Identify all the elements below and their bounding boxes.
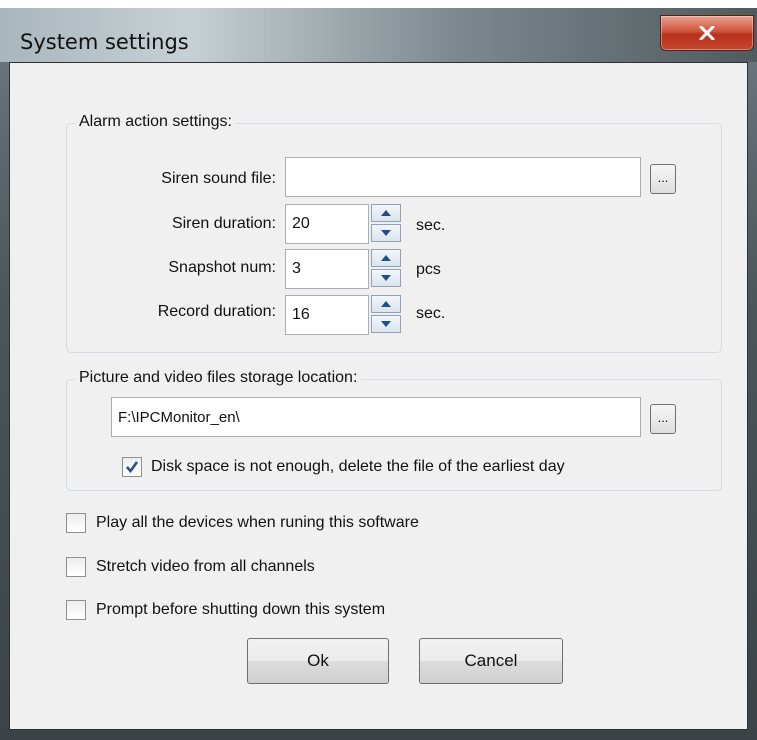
record-duration-spinner[interactable] xyxy=(371,295,403,335)
arrow-down-icon xyxy=(381,321,391,327)
settings-window: System settings Alarm action settings: S… xyxy=(0,0,757,740)
close-button[interactable] xyxy=(660,15,754,51)
stretch-video-label: Stretch video from all channels xyxy=(96,558,315,575)
arrow-up-icon xyxy=(381,301,391,307)
play-all-checkbox[interactable] xyxy=(66,513,86,533)
siren-duration-label: Siren duration: xyxy=(171,215,276,232)
delete-oldest-checkbox[interactable] xyxy=(122,457,142,477)
snapshot-num-spinner[interactable] xyxy=(371,249,403,289)
snapshot-num-label: Snapshot num: xyxy=(168,259,276,276)
snapshot-num-unit: pcs xyxy=(416,261,441,278)
siren-duration-unit: sec. xyxy=(416,217,446,234)
siren-file-label: Siren sound file: xyxy=(161,170,276,187)
storage-path-input[interactable]: F:\IPCMonitor_en\ xyxy=(111,397,641,437)
spin-up-button[interactable] xyxy=(371,249,401,267)
prompt-shutdown-checkbox[interactable] xyxy=(66,600,86,620)
arrow-up-icon xyxy=(381,255,391,261)
dialog-client-area: Alarm action settings: Siren sound file:… xyxy=(9,62,748,730)
window-title: System settings xyxy=(20,30,189,54)
stretch-video-checkbox[interactable] xyxy=(66,557,86,577)
siren-file-input[interactable] xyxy=(285,157,641,197)
alarm-group-title: Alarm action settings: xyxy=(75,113,236,131)
title-bar[interactable]: System settings xyxy=(0,8,757,62)
top-edge xyxy=(0,0,757,8)
storage-group-title: Picture and video files storage location… xyxy=(75,369,362,387)
ok-button[interactable]: Ok xyxy=(247,638,389,684)
spin-up-button[interactable] xyxy=(371,295,401,313)
play-all-label: Play all the devices when runing this so… xyxy=(96,514,419,531)
cancel-button[interactable]: Cancel xyxy=(419,638,563,684)
arrow-down-icon xyxy=(381,275,391,281)
prompt-shutdown-label: Prompt before shutting down this system xyxy=(96,601,386,618)
snapshot-num-input[interactable]: 3 xyxy=(285,249,369,289)
record-duration-input[interactable]: 16 xyxy=(285,295,369,335)
record-duration-label: Record duration: xyxy=(157,303,276,320)
record-duration-unit: sec. xyxy=(416,305,446,322)
spin-down-button[interactable] xyxy=(371,269,401,287)
checkmark-icon xyxy=(126,461,139,474)
spin-up-button[interactable] xyxy=(371,204,401,222)
arrow-up-icon xyxy=(381,210,391,216)
arrow-down-icon xyxy=(381,230,391,236)
close-x-icon xyxy=(699,26,715,40)
siren-file-browse-button[interactable]: ... xyxy=(650,164,676,194)
spin-down-button[interactable] xyxy=(371,315,401,333)
siren-duration-spinner[interactable] xyxy=(371,204,403,244)
storage-path-browse-button[interactable]: ... xyxy=(650,404,676,434)
siren-duration-input[interactable]: 20 xyxy=(285,204,369,244)
delete-oldest-label: Disk space is not enough, delete the fil… xyxy=(151,458,565,475)
spin-down-button[interactable] xyxy=(371,224,401,242)
